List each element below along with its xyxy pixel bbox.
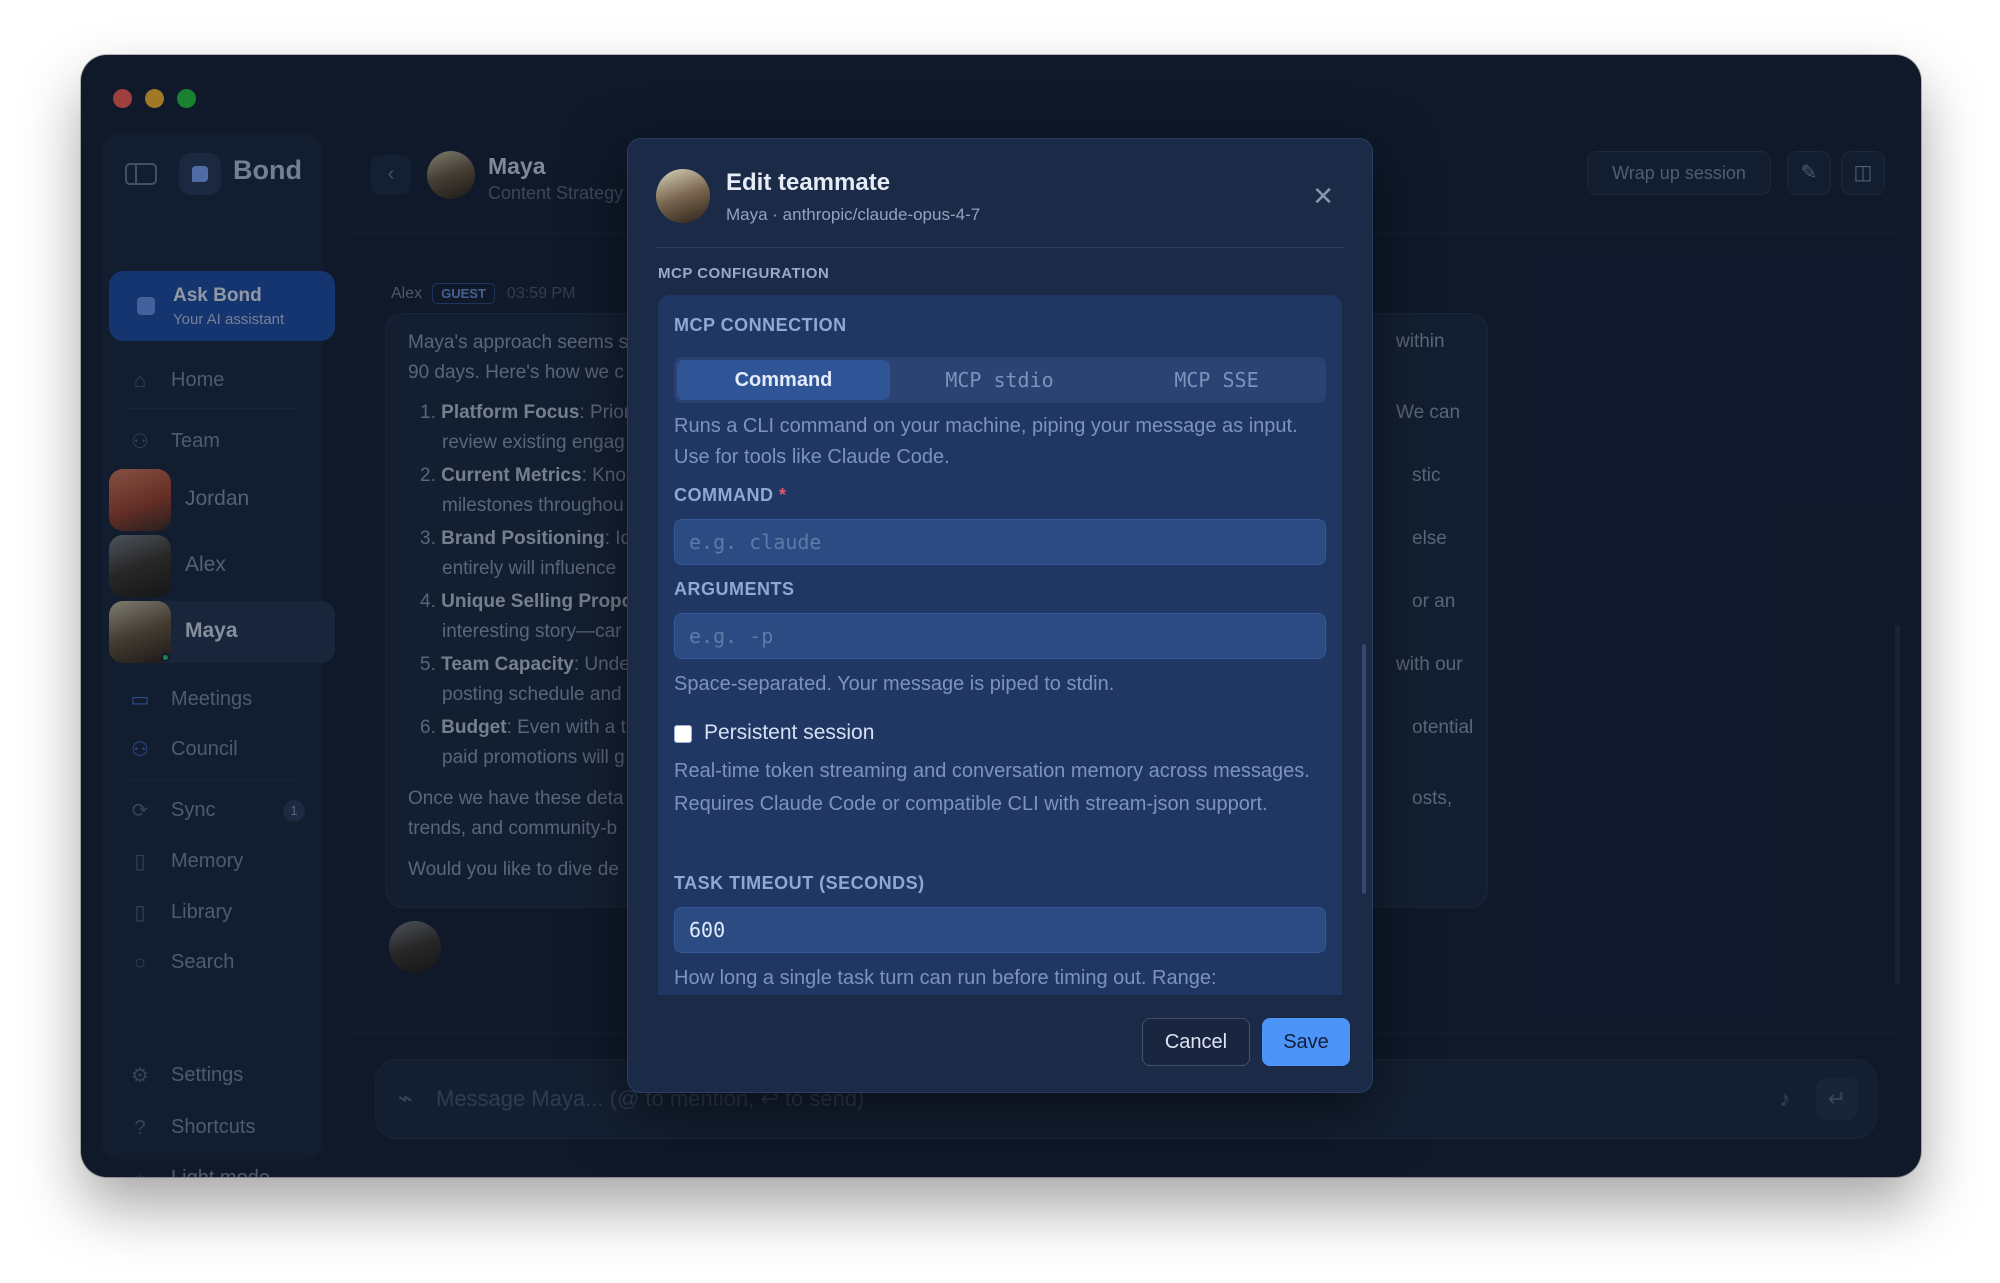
close-icon[interactable]: ✕ <box>1312 183 1334 209</box>
tab-mcp-sse[interactable]: MCP SSE <box>1110 360 1323 400</box>
save-button[interactable]: Save <box>1262 1018 1350 1066</box>
arguments-input[interactable]: e.g. -p <box>674 613 1326 659</box>
command-label: COMMAND * <box>674 485 787 506</box>
dialog-subtitle: Maya · anthropic/claude-opus-4-7 <box>726 205 981 224</box>
app-window: Bond Ask Bond Your AI assistant ⌂ Home ⚇… <box>81 55 1921 1177</box>
tab-description: Runs a CLI command on your machine, pipi… <box>674 415 1298 468</box>
timeout-help: How long a single task turn can run befo… <box>674 967 1217 989</box>
required-mark: * <box>779 485 787 505</box>
timeout-label: TASK TIMEOUT (SECONDS) <box>674 873 925 893</box>
mcp-connection-panel: MCP CONNECTION Command MCP stdio MCP SSE… <box>658 295 1342 995</box>
persistent-session-label[interactable]: Persistent session <box>704 721 874 745</box>
timeout-input[interactable]: 600 <box>674 907 1326 953</box>
dialog-scrollbar[interactable] <box>1362 644 1366 894</box>
avatar <box>656 169 710 223</box>
cancel-button[interactable]: Cancel <box>1142 1018 1250 1066</box>
persistent-session-help: Real-time token streaming and conversati… <box>674 760 1310 815</box>
command-label-text: COMMAND <box>674 485 774 505</box>
tab-command[interactable]: Command <box>677 360 890 400</box>
connection-tabs: Command MCP stdio MCP SSE <box>674 357 1326 403</box>
arguments-help: Space-separated. Your message is piped t… <box>674 673 1115 695</box>
tab-mcp-stdio[interactable]: MCP stdio <box>893 360 1106 400</box>
edit-teammate-dialog: Edit teammate Maya · anthropic/claude-op… <box>627 138 1373 1093</box>
persistent-session-checkbox[interactable] <box>674 725 692 743</box>
dialog-divider <box>656 247 1344 248</box>
command-input[interactable]: e.g. claude <box>674 519 1326 565</box>
arguments-label: ARGUMENTS <box>674 579 795 599</box>
dialog-title: Edit teammate <box>726 169 891 196</box>
section-heading: MCP CONFIGURATION <box>658 265 830 282</box>
connection-label: MCP CONNECTION <box>674 315 847 335</box>
